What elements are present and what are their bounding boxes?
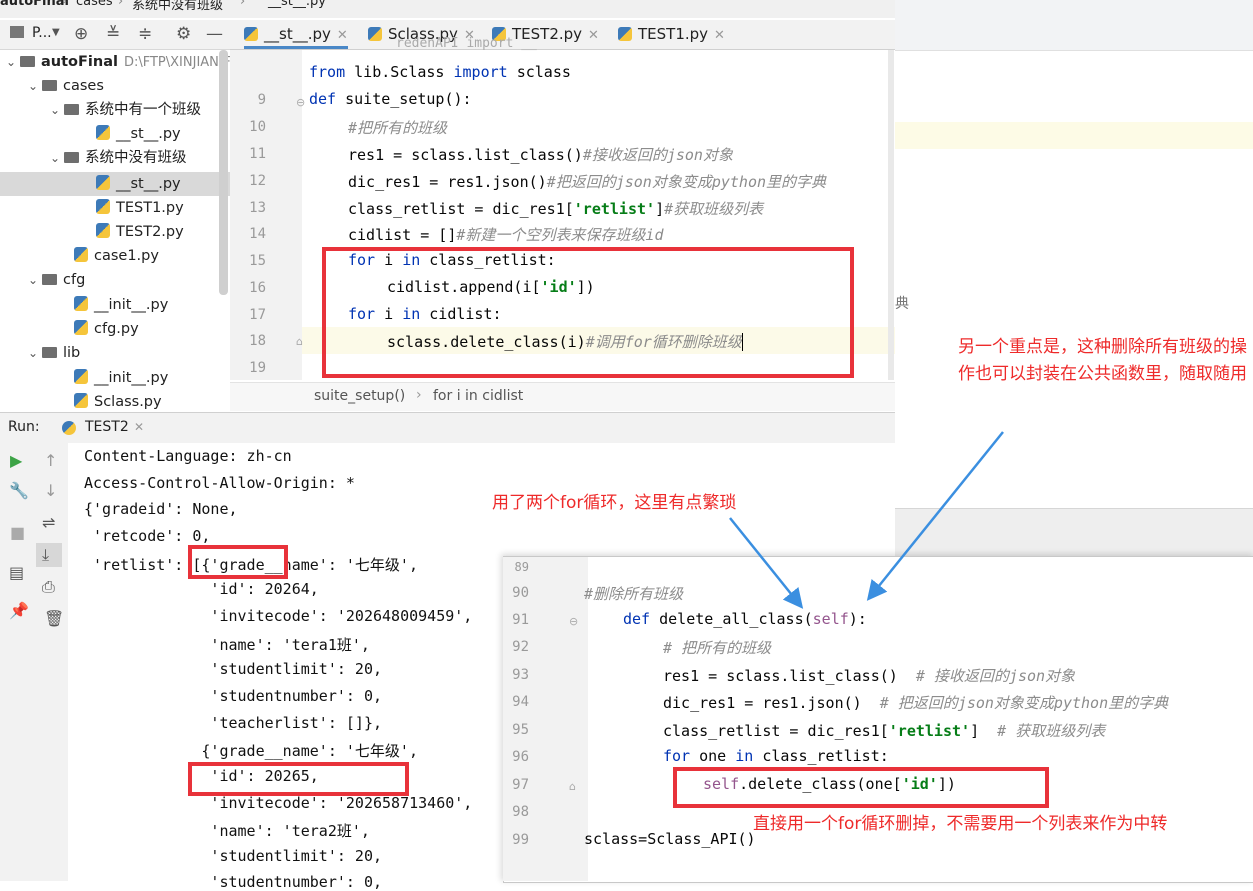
arrow-to-definition bbox=[866, 431, 1004, 601]
annotation-arrows bbox=[729, 431, 1004, 609]
arrow-to-function bbox=[729, 517, 804, 609]
annotation-reuse-note: 另一个重点是，这种删除所有班级的操作也可以封装在公共函数里，随取随用 bbox=[958, 337, 1247, 384]
annotation-single-loop-note: 直接用一个for循环删掉，不需要用一个列表来作为中转 bbox=[753, 814, 1168, 834]
annotation-two-loops-note: 用了两个for循环，这里有点繁琐 bbox=[492, 493, 737, 513]
